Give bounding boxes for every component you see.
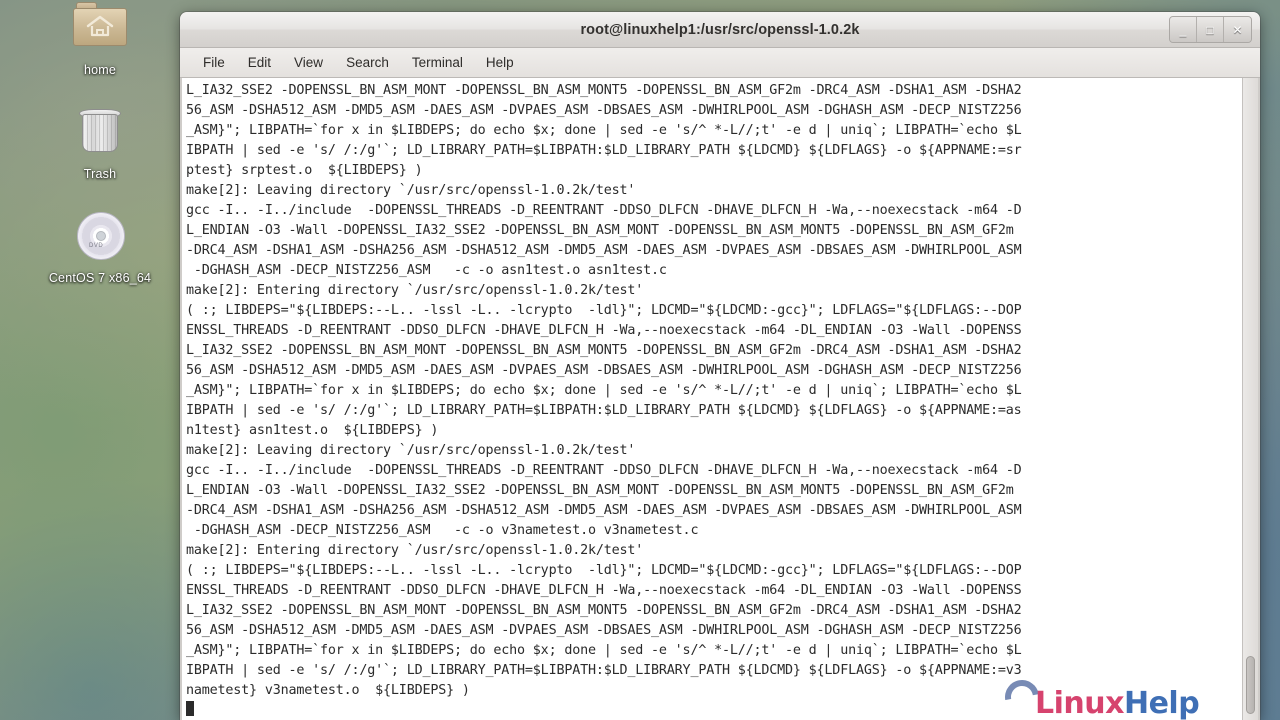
terminal-line: IBPATH | sed -e 's/ /:/g'`; LD_LIBRARY_P… <box>186 143 1022 158</box>
minimize-icon: _ <box>1179 22 1187 37</box>
desktop-icon-label: home <box>83 63 117 77</box>
terminal-line: n1test} asn1test.o ${LIBDEPS} ) <box>186 423 439 438</box>
menu-item-view[interactable]: View <box>285 52 332 73</box>
terminal-line: ( :; LIBDEPS="${LIBDEPS:--L.. -lssl -L..… <box>186 563 1022 578</box>
menu-item-edit[interactable]: Edit <box>239 52 280 73</box>
terminal-line: make[2]: Entering directory `/usr/src/op… <box>186 543 644 558</box>
trash-icon <box>70 104 130 160</box>
terminal-body[interactable]: L_IA32_SSE2 -DOPENSSL_BN_ASM_MONT -DOPEN… <box>180 78 1260 720</box>
terminal-window: root@linuxhelp1:/usr/src/openssl-1.0.2k … <box>180 12 1260 720</box>
close-icon: ✕ <box>1232 22 1243 37</box>
maximize-icon: □ <box>1206 22 1214 37</box>
desktop-icon-trash[interactable]: Trash <box>40 104 160 181</box>
terminal-line: L_ENDIAN -O3 -Wall -DOPENSSL_IA32_SSE2 -… <box>186 483 1014 498</box>
terminal-line: -DRC4_ASM -DSHA1_ASM -DSHA256_ASM -DSHA5… <box>186 503 1022 518</box>
terminal-line: L_ENDIAN -O3 -Wall -DOPENSSL_IA32_SSE2 -… <box>186 223 1014 238</box>
terminal-line: _ASM}"; LIBPATH=`for x in $LIBDEPS; do e… <box>186 123 1022 138</box>
terminal-line: ( :; LIBDEPS="${LIBDEPS:--L.. -lssl -L..… <box>186 303 1022 318</box>
desktop: home Trash DVD CentOS 7 x86_64 root@linu… <box>0 0 1280 720</box>
window-titlebar[interactable]: root@linuxhelp1:/usr/src/openssl-1.0.2k … <box>180 12 1260 48</box>
maximize-button[interactable]: □ <box>1197 17 1224 42</box>
terminal-line: L_IA32_SSE2 -DOPENSSL_BN_ASM_MONT -DOPEN… <box>186 343 1022 358</box>
terminal-cursor <box>186 701 194 716</box>
terminal-line: IBPATH | sed -e 's/ /:/g'`; LD_LIBRARY_P… <box>186 663 1022 678</box>
desktop-icon-label: Trash <box>83 167 117 181</box>
terminal-line: IBPATH | sed -e 's/ /:/g'`; LD_LIBRARY_P… <box>186 403 1022 418</box>
terminal-line: 56_ASM -DSHA512_ASM -DMD5_ASM -DAES_ASM … <box>186 103 1022 118</box>
terminal-line: L_IA32_SSE2 -DOPENSSL_BN_ASM_MONT -DOPEN… <box>186 83 1022 98</box>
terminal-line: ENSSL_THREADS -D_REENTRANT -DDSO_DLFCN -… <box>186 583 1022 598</box>
terminal-line: make[2]: Leaving directory `/usr/src/ope… <box>186 443 636 458</box>
terminal-output[interactable]: L_IA32_SSE2 -DOPENSSL_BN_ASM_MONT -DOPEN… <box>182 78 1242 720</box>
menu-item-terminal[interactable]: Terminal <box>403 52 472 73</box>
terminal-line: ENSSL_THREADS -D_REENTRANT -DDSO_DLFCN -… <box>186 323 1022 338</box>
menu-item-file[interactable]: File <box>194 52 234 73</box>
terminal-line: 56_ASM -DSHA512_ASM -DMD5_ASM -DAES_ASM … <box>186 623 1022 638</box>
scrollbar-thumb[interactable] <box>1246 656 1255 714</box>
menu-bar: File Edit View Search Terminal Help <box>180 48 1260 78</box>
desktop-icon-label: CentOS 7 x86_64 <box>48 271 152 285</box>
terminal-line: _ASM}"; LIBPATH=`for x in $LIBDEPS; do e… <box>186 383 1022 398</box>
terminal-line: -DGHASH_ASM -DECP_NISTZ256_ASM -c -o asn… <box>186 263 667 278</box>
terminal-line: ptest} srptest.o ${LIBDEPS} ) <box>186 163 423 178</box>
house-glyph <box>86 15 114 37</box>
terminal-line: -DGHASH_ASM -DECP_NISTZ256_ASM -c -o v3n… <box>186 523 699 538</box>
terminal-line: gcc -I.. -I../include -DOPENSSL_THREADS … <box>186 463 1022 478</box>
terminal-line: 56_ASM -DSHA512_ASM -DMD5_ASM -DAES_ASM … <box>186 363 1022 378</box>
minimize-button[interactable]: _ <box>1170 17 1197 42</box>
close-button[interactable]: ✕ <box>1224 17 1251 42</box>
dvd-disc-icon: DVD <box>70 208 130 264</box>
terminal-scrollbar[interactable] <box>1242 78 1258 720</box>
window-title: root@linuxhelp1:/usr/src/openssl-1.0.2k <box>580 21 860 38</box>
terminal-line: make[2]: Leaving directory `/usr/src/ope… <box>186 183 636 198</box>
folder-home-icon <box>70 0 130 56</box>
terminal-line: gcc -I.. -I../include -DOPENSSL_THREADS … <box>186 203 1022 218</box>
terminal-prompt-line <box>186 701 1242 720</box>
terminal-line: L_IA32_SSE2 -DOPENSSL_BN_ASM_MONT -DOPEN… <box>186 603 1022 618</box>
window-controls: _ □ ✕ <box>1169 16 1252 43</box>
terminal-line: make[2]: Entering directory `/usr/src/op… <box>186 283 644 298</box>
desktop-icon-centos-dvd[interactable]: DVD CentOS 7 x86_64 <box>40 208 160 285</box>
menu-item-search[interactable]: Search <box>337 52 398 73</box>
terminal-line: -DRC4_ASM -DSHA1_ASM -DSHA256_ASM -DSHA5… <box>186 243 1022 258</box>
terminal-line: nametest} v3nametest.o ${LIBDEPS} ) <box>186 683 470 698</box>
menu-item-help[interactable]: Help <box>477 52 523 73</box>
desktop-icon-home[interactable]: home <box>40 0 160 77</box>
terminal-line: _ASM}"; LIBPATH=`for x in $LIBDEPS; do e… <box>186 643 1022 658</box>
